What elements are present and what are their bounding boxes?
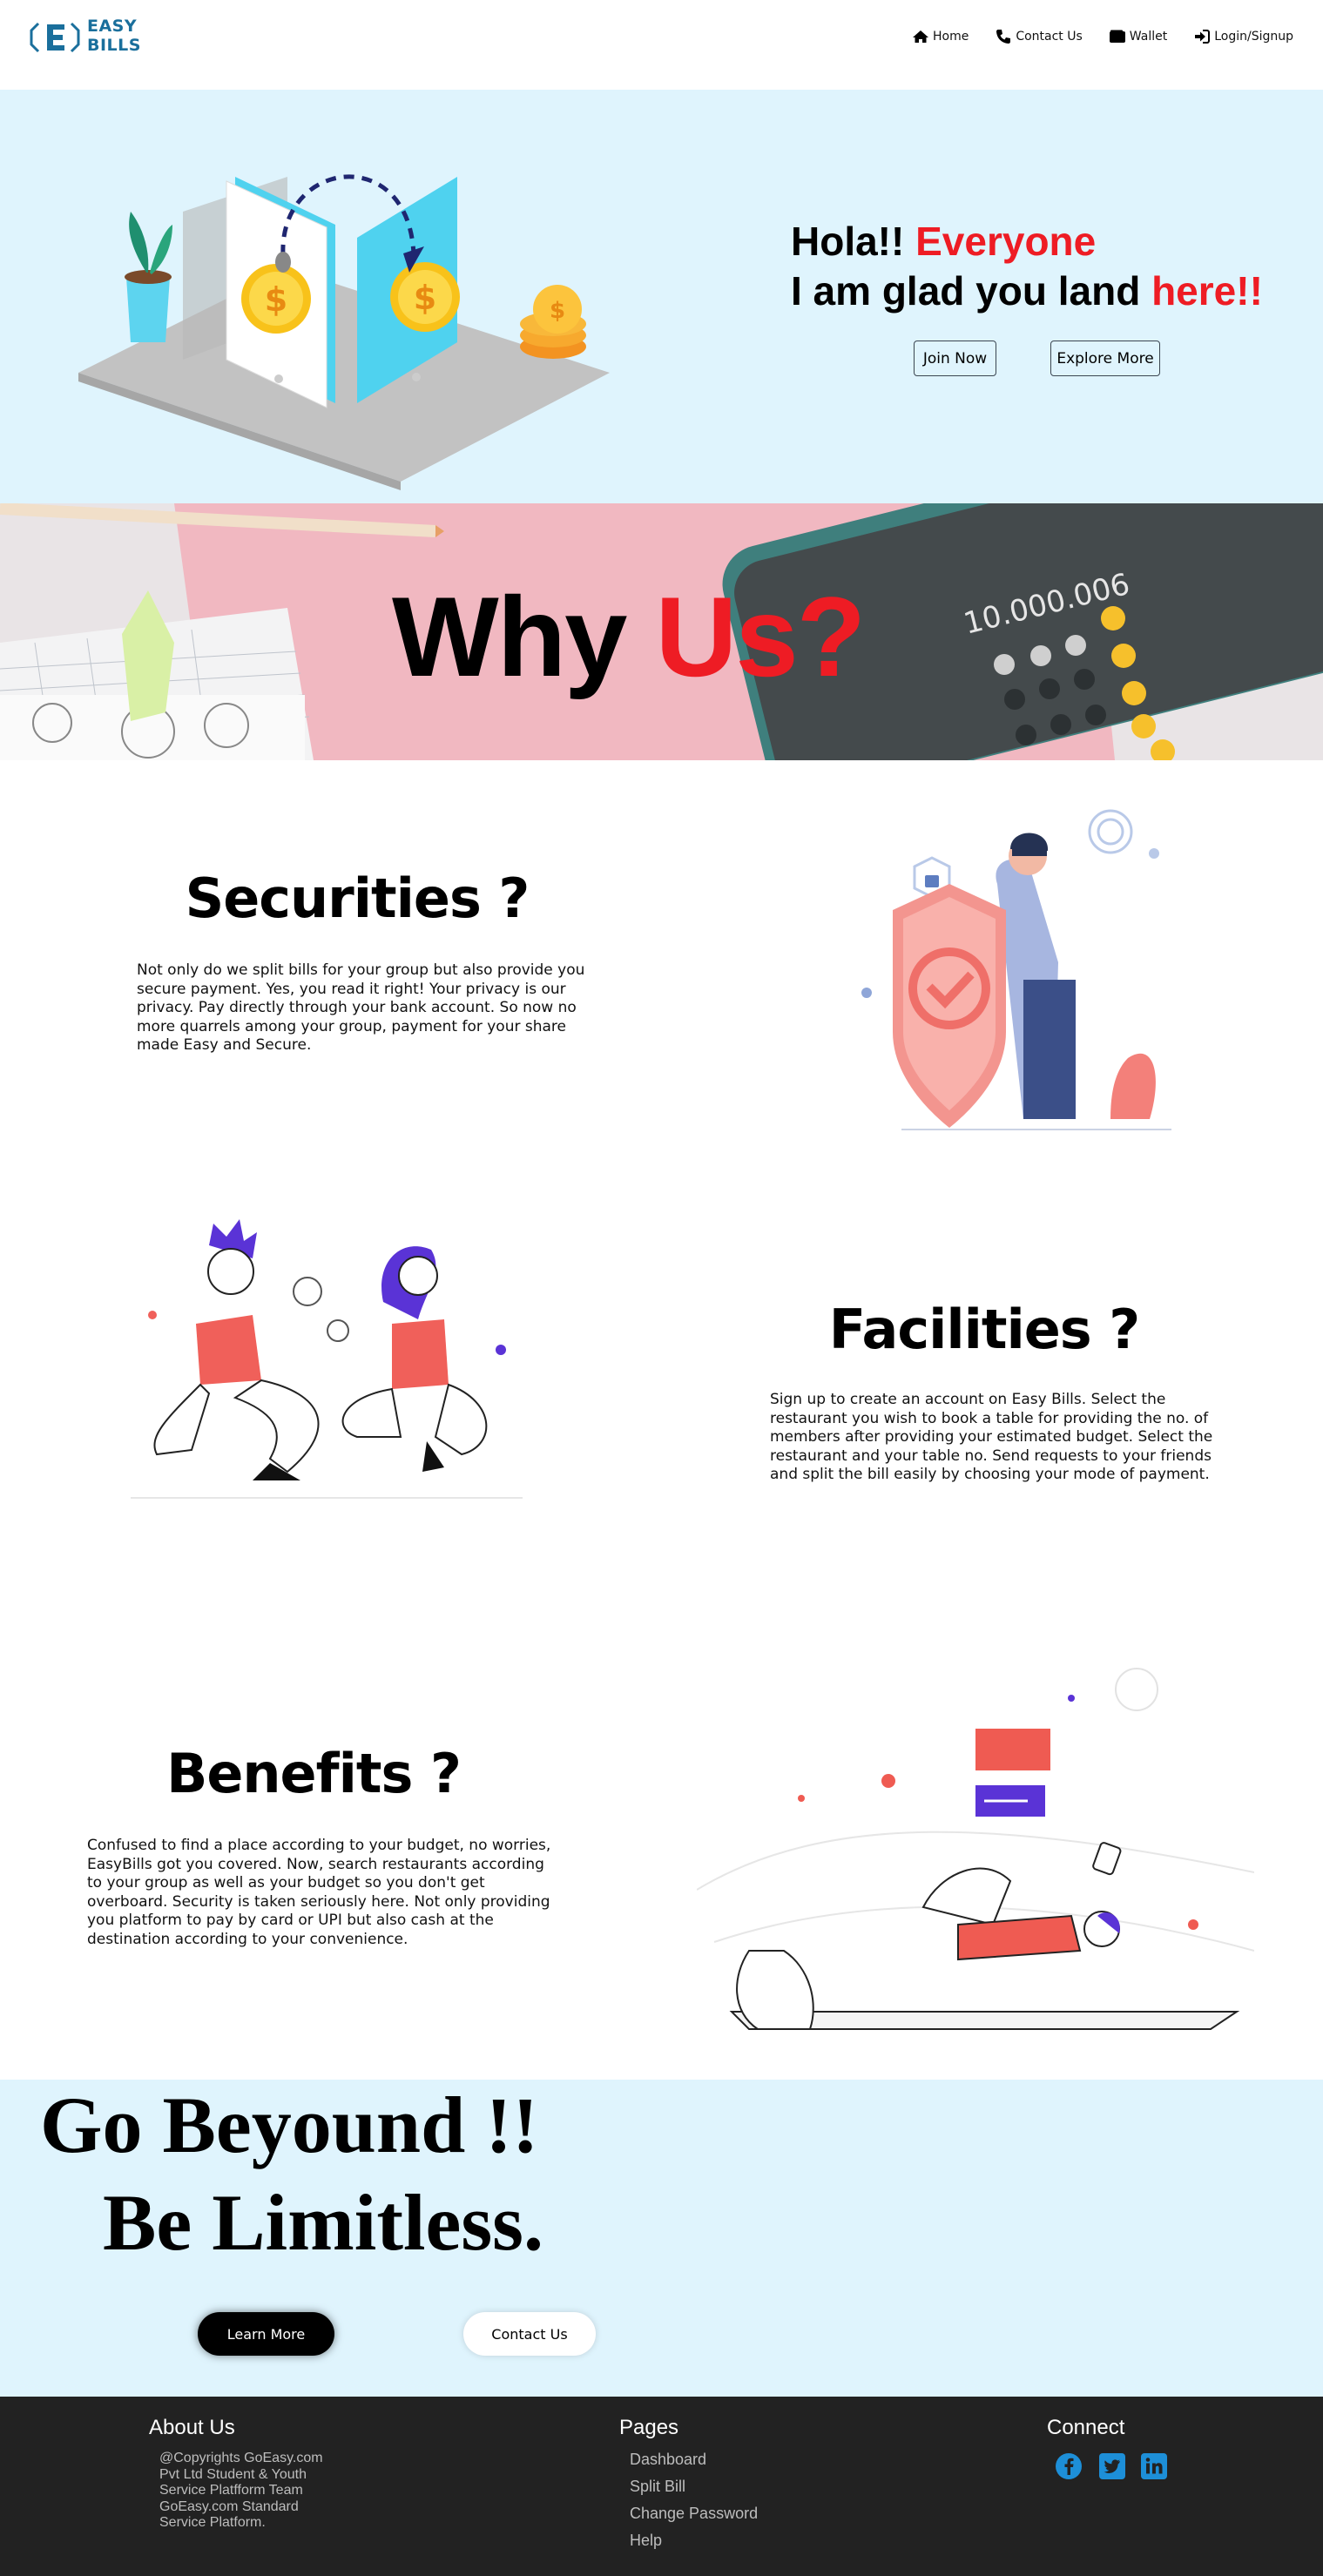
be-limitless-heading: Be Limitless. <box>103 2178 543 2267</box>
footer-link-split-bill[interactable]: Split Bill <box>630 2478 758 2505</box>
join-now-button[interactable]: Join Now <box>914 341 996 376</box>
footer-link-help[interactable]: Help <box>630 2532 758 2559</box>
linkedin-icon[interactable] <box>1140 2452 1168 2480</box>
sign-in-icon <box>1195 30 1211 44</box>
why-us-title-a: Why <box>392 573 656 700</box>
contact-us-button[interactable]: Contact Us <box>463 2312 596 2356</box>
nav-wallet-label: Wallet <box>1129 30 1168 44</box>
nav-home-label: Home <box>932 30 969 44</box>
logo-text: EASY BILLS <box>87 17 141 55</box>
footer-link-change-password[interactable]: Change Password <box>630 2505 758 2532</box>
svg-text:$: $ <box>265 280 287 319</box>
facilities-text: Sign up to create an account on Easy Bil… <box>770 1391 1213 1483</box>
home-icon <box>912 30 928 43</box>
why-us-heading: Why Us? <box>392 571 867 702</box>
facebook-icon[interactable] <box>1055 2452 1083 2480</box>
footer-link-dashboard[interactable]: Dashboard <box>630 2451 758 2478</box>
footer-pages-list: Dashboard Split Bill Change Password Hel… <box>630 2451 758 2559</box>
navbar: EASY BILLS Home Contact Us Wallet Login/… <box>0 0 1323 90</box>
footer: About Us @Copyrights GoEasy.com Pvt Ltd … <box>0 2397 1323 2576</box>
nav-contact-label: Contact Us <box>1016 30 1083 44</box>
logo-e-icon <box>30 22 80 53</box>
benefits-heading: Benefits ? <box>166 1742 462 1805</box>
phone-transfer-illustration: $ $ $ <box>78 174 610 490</box>
nav-home[interactable]: Home <box>912 28 969 45</box>
main-nav: Home Contact Us Wallet Login/Signup <box>912 28 1293 45</box>
svg-text:$: $ <box>414 279 436 317</box>
phone-icon <box>996 30 1011 44</box>
svg-text:$: $ <box>550 298 565 324</box>
nav-wallet[interactable]: Wallet <box>1109 28 1167 45</box>
hero-line2-b: here!! <box>1151 268 1263 314</box>
easy-bills-logo[interactable]: EASY BILLS <box>26 17 141 58</box>
hero-heading: Hola!! Everyone I am glad you land here!… <box>791 217 1263 316</box>
hero-section: $ $ $ Hola!! Everyone I am glad you land… <box>0 90 1323 503</box>
facilities-heading: Facilities ? <box>828 1298 1140 1361</box>
nav-login[interactable]: Login/Signup <box>1193 28 1293 45</box>
relaxing-person-illustration <box>697 1668 1254 2030</box>
wallet-icon <box>1109 30 1125 43</box>
logo-line-1: EASY <box>87 17 138 36</box>
nav-contact[interactable]: Contact Us <box>995 28 1083 45</box>
nav-login-label: Login/Signup <box>1214 30 1293 44</box>
twitter-icon[interactable] <box>1098 2452 1126 2480</box>
friends-sharing-illustration <box>131 1219 523 1499</box>
hero-line2-a: I am glad you land <box>791 268 1152 314</box>
security-shield-illustration <box>861 809 1171 1130</box>
logo-line-2: BILLS <box>87 36 141 55</box>
why-us-banner: 10.000.006 Why Us? <box>0 503 1323 760</box>
footer-about-text: @Copyrights GoEasy.com Pvt Ltd Student &… <box>159 2451 323 2530</box>
learn-more-button[interactable]: Learn More <box>198 2312 334 2356</box>
go-beyond-section: Go Beyound !! Be Limitless. Learn More C… <box>0 2080 1323 2397</box>
explore-more-button[interactable]: Explore More <box>1050 341 1160 376</box>
securities-text: Not only do we split bills for your grou… <box>137 961 585 1054</box>
go-beyond-heading: Go Beyound !! <box>40 2080 539 2169</box>
hero-line1-b: Everyone <box>915 219 1097 264</box>
benefits-text: Confused to find a place according to yo… <box>87 1837 551 1948</box>
securities-heading: Securities ? <box>185 867 530 930</box>
footer-pages-title: Pages <box>619 2416 679 2439</box>
footer-connect-title: Connect <box>1047 2416 1125 2439</box>
why-us-title-b: Us? <box>655 573 867 700</box>
footer-about-title: About Us <box>149 2416 235 2439</box>
hero-line1-a: Hola!! <box>791 219 916 264</box>
